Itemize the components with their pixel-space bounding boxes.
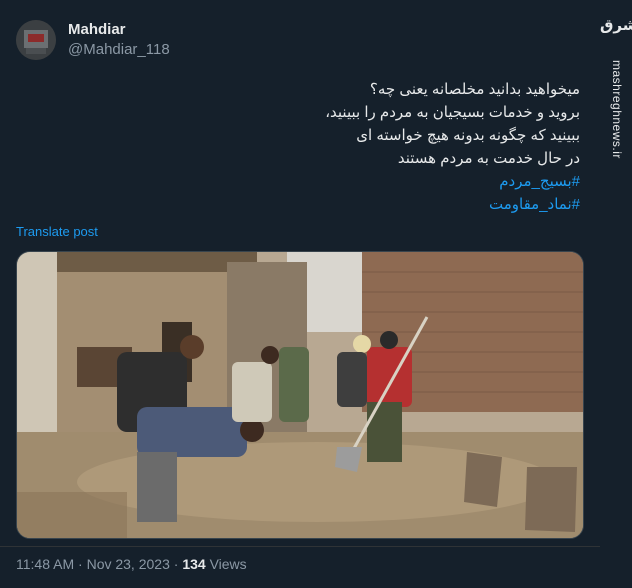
author-handle[interactable]: @Mahdiar_118 <box>68 41 170 58</box>
post-time[interactable]: 11:48 AM <box>16 556 74 572</box>
avatar-image <box>16 20 56 60</box>
post-line: میخواهید بدانید مخلصانه یعنی چه؟ <box>369 81 580 98</box>
post-photo[interactable] <box>16 251 584 539</box>
site-watermark: مشرق mashreghnews.ir <box>600 0 632 588</box>
views-label: Views <box>205 556 247 572</box>
meta-separator: · <box>169 556 183 572</box>
author-name[interactable]: Mahdiar <box>68 21 126 38</box>
site-logo: مشرق <box>600 17 632 34</box>
tweet-post: Mahdiar @Mahdiar_118 میخواهید بدانید مخل… <box>0 0 600 588</box>
divider <box>0 546 600 547</box>
views-count: 134 <box>182 556 206 572</box>
hashtag-link[interactable]: #بسیج_مردم <box>40 170 580 193</box>
post-date[interactable]: Nov 23, 2023 <box>87 556 170 572</box>
translate-post-link[interactable]: Translate post <box>16 224 98 239</box>
post-line: بروید و خدمات بسیجیان به مردم را ببینید، <box>325 104 580 121</box>
post-metadata: 11:48 AM · Nov 23, 2023 · 134 Views <box>16 556 247 572</box>
post-line: ببینید که چگونه بدونه هیچ خواسته ای <box>356 127 580 144</box>
post-text: میخواهید بدانید مخلصانه یعنی چه؟ بروید و… <box>40 78 580 216</box>
site-url: mashreghnews.ir <box>610 60 624 159</box>
post-line: در حال خدمت به مردم هستند <box>397 150 580 167</box>
hashtag-link[interactable]: #نماد_مقاومت <box>40 193 580 216</box>
avatar[interactable] <box>16 20 56 60</box>
flood-cleanup-photo <box>17 252 583 538</box>
meta-separator: · <box>74 556 87 572</box>
